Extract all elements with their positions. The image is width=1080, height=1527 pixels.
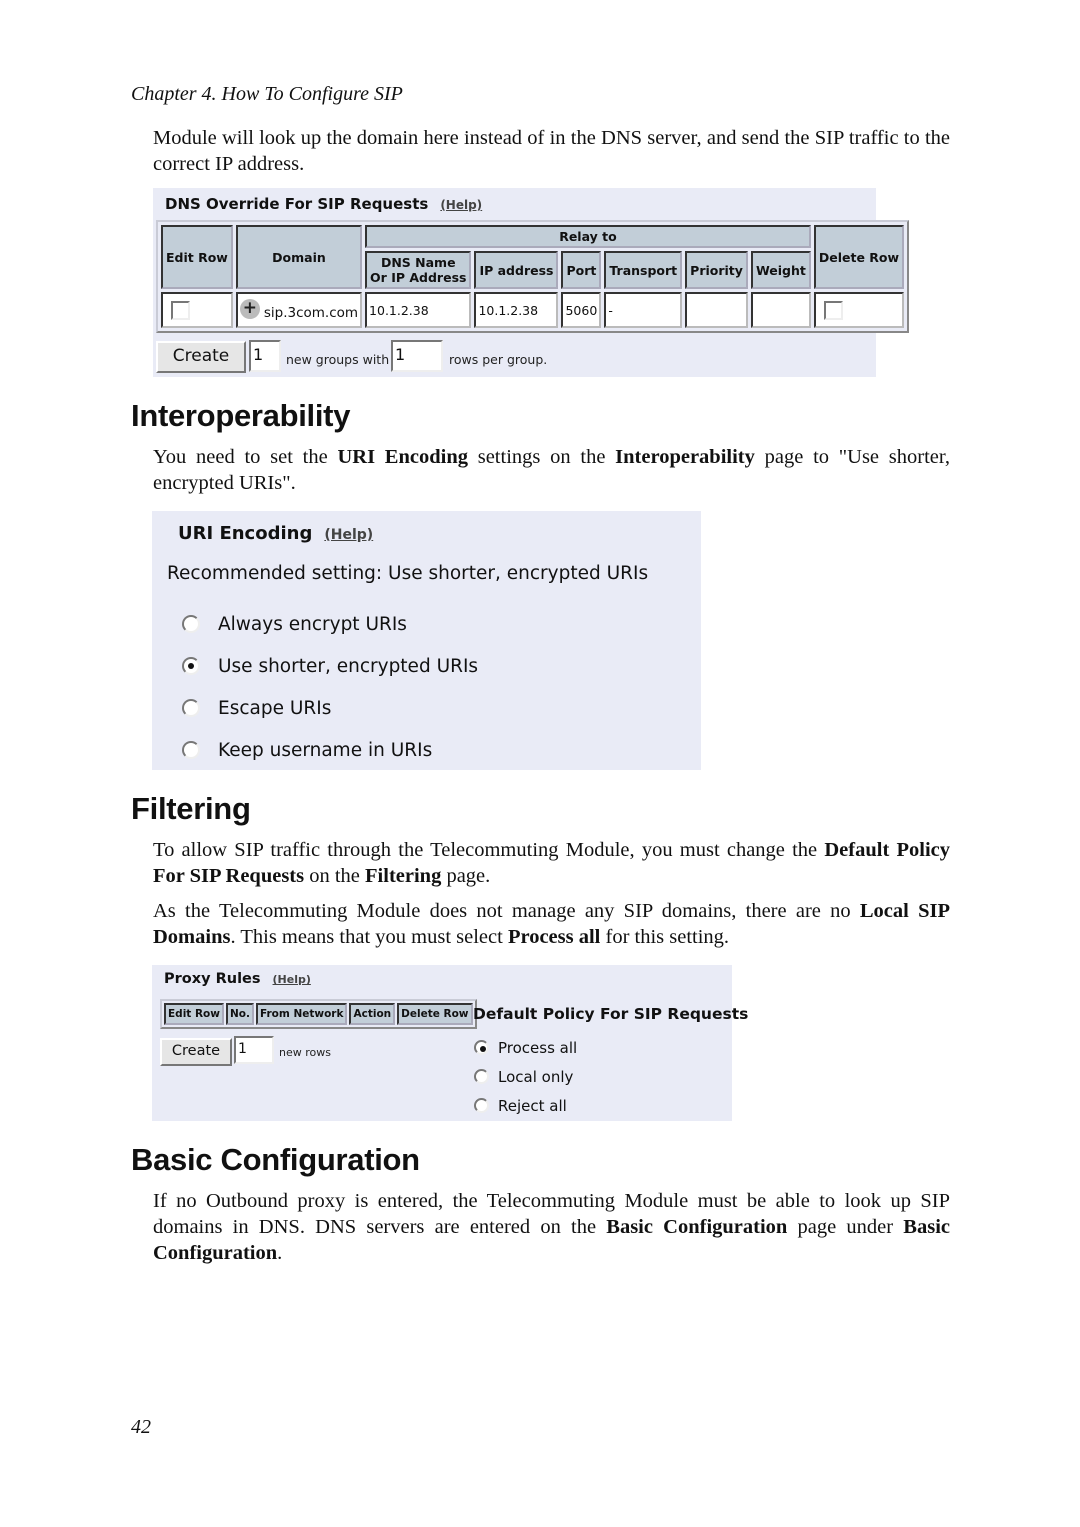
page-number: 42 xyxy=(131,1416,151,1438)
proxy-rules-title-text: Proxy Rules xyxy=(164,971,261,987)
plus-icon[interactable]: + xyxy=(239,299,260,319)
proxy-rules-table: Edit Row No. From Network Action Delete … xyxy=(160,999,477,1029)
text: on the xyxy=(304,865,366,887)
text: To allow SIP traffic through the Telecom… xyxy=(153,839,825,861)
uri-encoding-title: URI Encoding (Help) xyxy=(178,523,373,544)
proxy-header-edit-row: Edit Row xyxy=(164,1003,224,1025)
heading-basic-configuration: Basic Configuration xyxy=(131,1142,420,1177)
dns-override-table: Edit Row Domain Relay to Delete Row DNS … xyxy=(156,220,910,333)
text: . xyxy=(277,1242,283,1264)
transport-cell[interactable]: - xyxy=(604,292,683,328)
header-transport: Transport xyxy=(604,251,683,289)
uri-encoding-title-text: URI Encoding xyxy=(178,523,313,544)
proxy-new-rows-label: new rows xyxy=(279,1046,331,1059)
proxy-create-button[interactable]: Create xyxy=(160,1038,232,1066)
default-policy-title: Default Policy For SIP Requests xyxy=(473,1005,749,1023)
header-domain: Domain xyxy=(235,225,363,289)
bold-interoperability: Interoperability xyxy=(615,446,755,468)
edit-row-checkbox[interactable] xyxy=(171,300,190,320)
label-escape-uris: Escape URIs xyxy=(218,698,332,719)
text: settings on the xyxy=(467,446,616,468)
header-dns-name-line1: DNS Name xyxy=(380,255,456,270)
heading-filtering: Filtering xyxy=(131,791,251,826)
port-cell[interactable]: 5060 xyxy=(561,292,602,328)
proxy-header-from-network: From Network xyxy=(255,1003,348,1025)
radio-local-only[interactable] xyxy=(474,1069,489,1084)
header-edit-row: Edit Row xyxy=(161,225,233,289)
label-use-shorter: Use shorter, encrypted URIs xyxy=(218,656,479,677)
uri-encoding-help-link[interactable]: (Help) xyxy=(324,527,373,543)
label-keep-username: Keep username in URIs xyxy=(218,740,433,761)
label-local-only: Local only xyxy=(498,1068,574,1086)
dns-create-button[interactable]: Create xyxy=(156,341,246,373)
header-delete-row: Delete Row xyxy=(813,225,905,289)
label-reject-all: Reject all xyxy=(498,1097,567,1115)
radio-process-all[interactable] xyxy=(474,1040,489,1055)
delete-row-cell xyxy=(813,292,905,328)
header-dns-name: DNS Name Or IP Address xyxy=(365,251,472,289)
label-process-all: Process all xyxy=(498,1039,578,1057)
running-head: Chapter 4. How To Configure SIP xyxy=(131,83,403,105)
proxy-rules-title: Proxy Rules (Help) xyxy=(164,971,311,987)
domain-value: sip.3com.com xyxy=(263,305,359,321)
rows-per-group-input[interactable]: 1 xyxy=(391,340,443,372)
domain-cell: + sip.3com.com xyxy=(235,292,363,328)
bold-process-all: Process all xyxy=(507,926,601,948)
dns-name-cell[interactable]: 10.1.2.38 xyxy=(365,292,472,328)
header-dns-name-line2: Or IP Address xyxy=(370,270,467,285)
delete-row-checkbox[interactable] xyxy=(823,300,843,320)
radio-always-encrypt[interactable] xyxy=(182,615,200,633)
header-relay-to: Relay to xyxy=(365,225,811,248)
text: . This means that you must select xyxy=(230,926,508,948)
radio-keep-username[interactable] xyxy=(182,741,200,759)
basic-configuration-paragraph: If no Outbound proxy is entered, the Tel… xyxy=(153,1188,950,1266)
new-groups-label: new groups with xyxy=(286,352,390,367)
rows-per-group-label: rows per group. xyxy=(449,352,548,367)
bold-uri-encoding: URI Encoding xyxy=(337,446,468,468)
proxy-header-delete-row: Delete Row xyxy=(397,1003,473,1025)
text: for this setting. xyxy=(600,926,730,948)
label-always-encrypt: Always encrypt URIs xyxy=(218,614,407,635)
table-row: + sip.3com.com 10.1.2.38 10.1.2.38 5060 … xyxy=(161,292,905,328)
text: You need to set the xyxy=(153,446,338,468)
proxy-rules-help-link[interactable]: (Help) xyxy=(273,973,311,986)
new-groups-input[interactable]: 1 xyxy=(249,340,281,372)
bold-filtering: Filtering xyxy=(365,865,442,887)
header-priority: Priority xyxy=(685,251,748,289)
intro-paragraph: Module will look up the domain here inst… xyxy=(153,127,950,175)
text: page. xyxy=(441,865,491,887)
priority-cell[interactable] xyxy=(685,292,748,328)
dns-override-title: DNS Override For SIP Requests (Help) xyxy=(165,195,482,213)
header-port: Port xyxy=(561,251,602,289)
radio-escape-uris[interactable] xyxy=(182,699,200,717)
header-ip-address: IP address xyxy=(474,251,559,289)
uri-encoding-panel xyxy=(152,511,701,770)
proxy-new-rows-input[interactable]: 1 xyxy=(234,1036,274,1064)
proxy-header-no: No. xyxy=(225,1003,254,1025)
filtering-paragraph-2: As the Telecommuting Module does not man… xyxy=(153,898,950,950)
interoperability-paragraph: You need to set the URI Encoding setting… xyxy=(153,444,950,496)
radio-reject-all[interactable] xyxy=(474,1098,489,1113)
text: page under xyxy=(787,1216,904,1238)
edit-row-cell xyxy=(161,292,233,328)
proxy-header-action: Action xyxy=(349,1003,396,1025)
dns-override-title-text: DNS Override For SIP Requests xyxy=(165,195,429,213)
filtering-paragraph-1: To allow SIP traffic through the Telecom… xyxy=(153,837,950,889)
heading-interoperability: Interoperability xyxy=(131,398,351,433)
ip-address-cell[interactable]: 10.1.2.38 xyxy=(474,292,559,328)
bold-basic-configuration-page: Basic Configuration xyxy=(606,1216,788,1238)
header-weight: Weight xyxy=(750,251,811,289)
dns-override-help-link[interactable]: (Help) xyxy=(440,198,482,212)
recommended-setting: Recommended setting: Use shorter, encryp… xyxy=(167,563,649,584)
radio-use-shorter[interactable] xyxy=(182,657,200,675)
text: As the Telecommuting Module does not man… xyxy=(153,900,860,922)
weight-cell[interactable] xyxy=(750,292,811,328)
